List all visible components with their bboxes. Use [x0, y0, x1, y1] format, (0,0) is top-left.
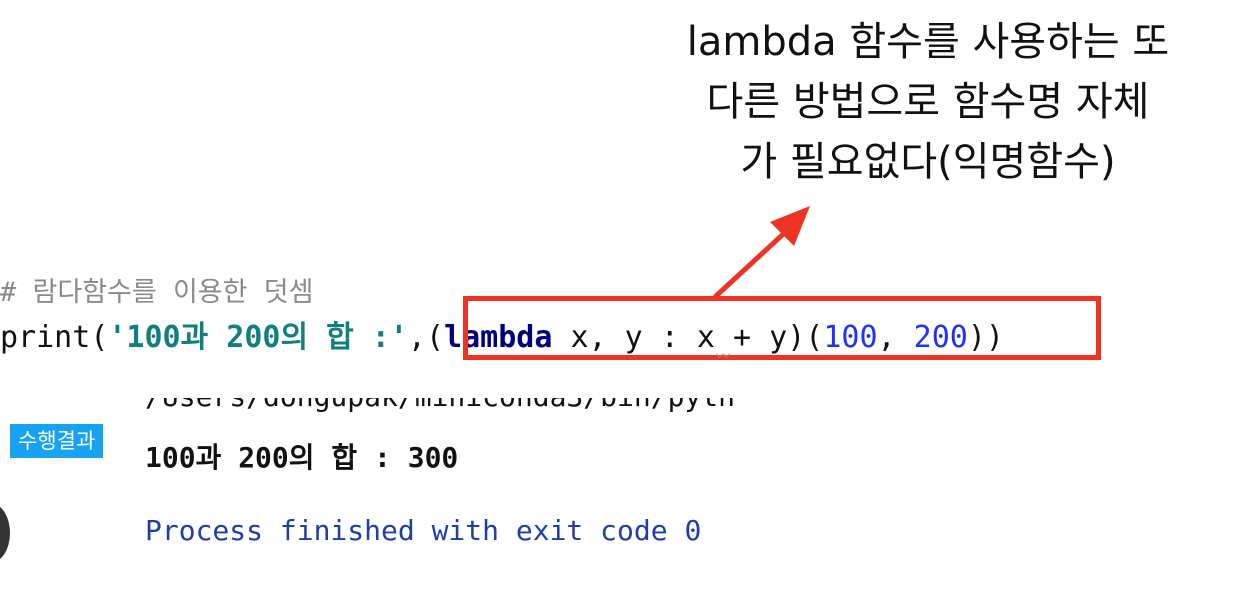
code-paren-open: (: [425, 320, 445, 355]
code-string-literal: '100과 200의 합 :': [108, 320, 408, 355]
code-print-open: print(: [0, 320, 109, 355]
code-comma: ,: [407, 320, 426, 355]
interpreter-path-text: /Users/dongupak/miniconda3/bin/pyth: [145, 398, 735, 413]
code-comment: # 람다함수를 이용한 덧셈: [0, 277, 314, 308]
program-output: 100과 200의 합 : 300: [145, 441, 459, 474]
interpreter-path-clipped: /Users/dongupak/miniconda3/bin/pyth: [145, 398, 735, 422]
warning-squiggle-icon: 〰: [716, 349, 730, 365]
process-exit-message: Process finished with exit code 0: [145, 514, 702, 547]
lambda-highlight-box: [463, 296, 1101, 360]
result-badge: 수행결과: [10, 424, 104, 458]
